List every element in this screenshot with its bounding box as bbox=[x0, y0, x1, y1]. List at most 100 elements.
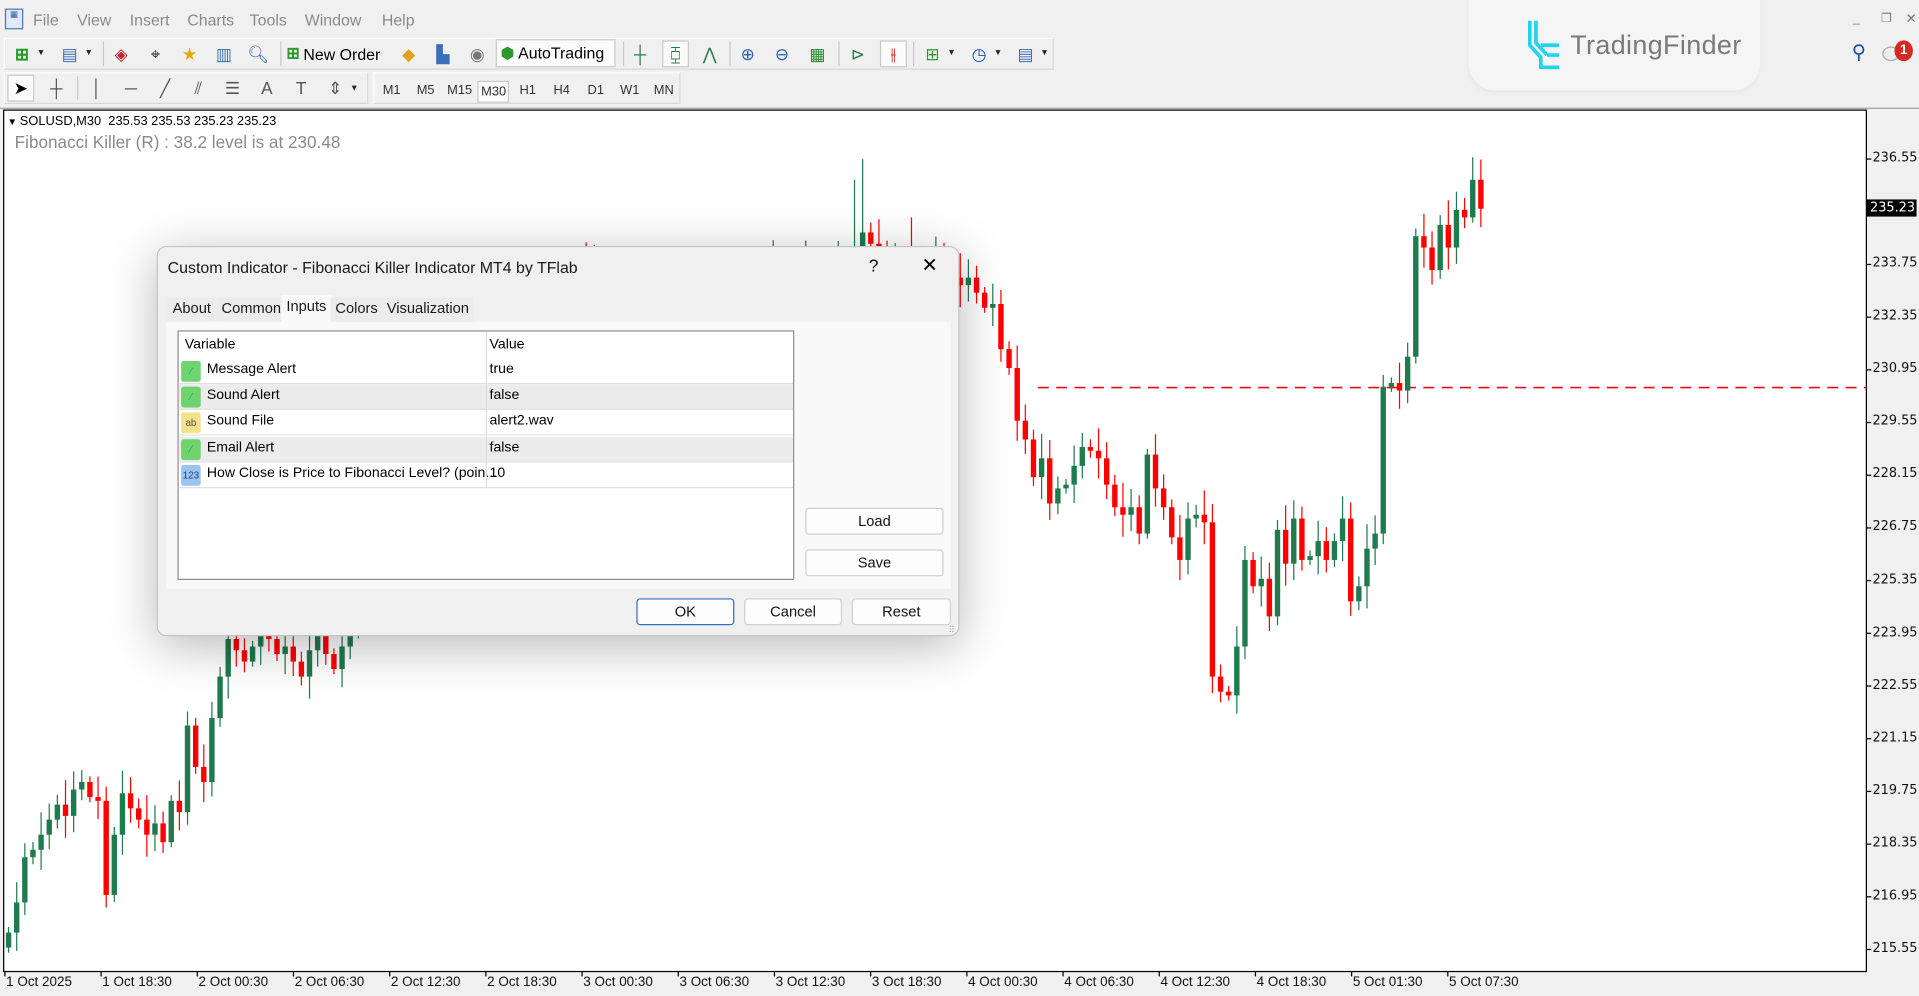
candle-body bbox=[201, 767, 206, 782]
table-row[interactable]: ⁄ Email Alert false bbox=[179, 437, 793, 463]
variable-value[interactable]: true bbox=[490, 362, 514, 377]
menu-window[interactable]: Window bbox=[305, 11, 362, 29]
variable-value[interactable]: 10 bbox=[490, 466, 506, 481]
load-button[interactable]: Load bbox=[805, 508, 943, 535]
zoom-in-icon[interactable]: ⊕ bbox=[736, 42, 760, 66]
menu-tools[interactable]: Tools bbox=[250, 11, 287, 29]
chevron-down-icon[interactable]: ▼ bbox=[994, 49, 1002, 58]
table-row[interactable]: ab Sound File alert2.wav bbox=[179, 410, 793, 436]
timeframe-m5[interactable]: M5 bbox=[410, 81, 442, 103]
y-tick-label: 225.35 bbox=[1872, 572, 1917, 587]
text-label-icon[interactable]: T bbox=[289, 76, 313, 100]
equidistant-channel-icon[interactable]: ⫽ bbox=[186, 76, 210, 100]
autotrading-button[interactable]: ⬢AutoTrading bbox=[496, 39, 616, 67]
periods-clock-icon[interactable]: ◷ bbox=[967, 42, 991, 66]
crosshair-icon[interactable]: ┼ bbox=[44, 76, 68, 100]
candlestick-chart-icon[interactable]: ⧮ bbox=[662, 40, 689, 67]
signals-icon[interactable]: ▙ bbox=[431, 42, 455, 66]
x-tick-label: 4 Oct 00:30 bbox=[968, 975, 1038, 990]
candle-body bbox=[1202, 515, 1207, 523]
zoom-out-icon[interactable]: ⊖ bbox=[770, 42, 794, 66]
candle-body bbox=[87, 782, 92, 797]
horizontal-line-icon[interactable]: ─ bbox=[119, 76, 143, 100]
bar-chart-icon[interactable]: ┼ bbox=[628, 42, 652, 66]
timeframe-m1[interactable]: M1 bbox=[376, 81, 408, 103]
chevron-down-icon[interactable]: ▼ bbox=[947, 49, 955, 58]
candle-body bbox=[1291, 519, 1296, 564]
navigator-crosshair-icon[interactable]: ⌖ bbox=[143, 42, 167, 66]
timeframe-h1[interactable]: H1 bbox=[512, 81, 544, 103]
candle-body bbox=[250, 647, 255, 662]
table-row[interactable]: 123 How Close is Price to Fibonacci Leve… bbox=[179, 463, 793, 489]
dialog-title: Custom Indicator - Fibonacci Killer Indi… bbox=[168, 258, 578, 276]
menu-help[interactable]: Help bbox=[382, 11, 415, 29]
variable-name: Email Alert bbox=[207, 440, 274, 455]
autoscroll-icon[interactable]: ⊳ bbox=[846, 42, 870, 66]
timeframe-m30[interactable]: M30 bbox=[478, 81, 510, 103]
help-button[interactable]: ? bbox=[869, 256, 879, 276]
new-order-button[interactable]: ⊞New Order bbox=[286, 40, 380, 67]
collapse-triangle-icon[interactable]: ▼ bbox=[7, 116, 19, 127]
market-icon[interactable]: ◉ bbox=[465, 42, 489, 66]
templates-icon[interactable]: ▤ bbox=[1013, 42, 1037, 66]
trendline-icon[interactable]: ╱ bbox=[153, 76, 177, 100]
chevron-down-icon[interactable]: ▼ bbox=[1040, 49, 1048, 58]
metaeditor-icon[interactable]: ◆ bbox=[397, 42, 421, 66]
favorites-icon[interactable]: ★ bbox=[177, 42, 201, 66]
cancel-button[interactable]: Cancel bbox=[744, 598, 842, 625]
variable-name: Message Alert bbox=[207, 362, 296, 377]
timeframe-h4[interactable]: H4 bbox=[546, 81, 578, 103]
variable-value[interactable]: false bbox=[490, 388, 520, 403]
indicators-icon[interactable]: ⊞ bbox=[920, 42, 944, 66]
chart-shift-icon[interactable]: ⫲ bbox=[880, 40, 907, 67]
y-tick-label: 228.15 bbox=[1872, 467, 1917, 482]
tab-visualization[interactable]: Visualization bbox=[382, 297, 474, 321]
chevron-down-icon[interactable]: ▼ bbox=[37, 49, 45, 58]
resize-grip-icon[interactable]: ⠿ bbox=[948, 625, 954, 635]
menu-view[interactable]: View bbox=[77, 11, 111, 29]
close-window-icon[interactable]: ✕ bbox=[1906, 11, 1917, 27]
strategy-tester-icon[interactable]: 🔍︎ bbox=[246, 42, 270, 66]
menu-charts[interactable]: Charts bbox=[187, 11, 234, 29]
cursor-arrow-icon[interactable]: ➤ bbox=[7, 75, 34, 102]
line-chart-icon[interactable]: ⋀ bbox=[698, 42, 722, 66]
chevron-down-icon[interactable]: ▼ bbox=[84, 49, 92, 58]
close-dialog-icon[interactable]: ✕ bbox=[922, 253, 938, 277]
timeframe-w1[interactable]: W1 bbox=[614, 81, 646, 103]
new-order-icon: ⊞ bbox=[286, 44, 299, 64]
notification-badge[interactable]: 1 bbox=[1895, 40, 1913, 61]
variable-value[interactable]: false bbox=[490, 440, 520, 455]
save-button[interactable]: Save bbox=[805, 549, 943, 576]
fibonacci-retracement-icon[interactable]: ☰ bbox=[220, 76, 244, 100]
vertical-line-icon[interactable]: │ bbox=[84, 76, 108, 100]
tab-common[interactable]: Common bbox=[217, 297, 286, 321]
bearish-candle bbox=[1210, 504, 1215, 693]
reset-button[interactable]: Reset bbox=[852, 598, 951, 625]
search-icon[interactable]: ⚲ bbox=[1852, 40, 1866, 64]
tab-colors[interactable]: Colors bbox=[330, 297, 382, 321]
minimize-icon[interactable]: _ bbox=[1853, 12, 1860, 25]
separator bbox=[280, 42, 281, 66]
ok-button[interactable]: OK bbox=[636, 598, 734, 625]
tab-inputs[interactable]: Inputs bbox=[281, 295, 331, 323]
timeframe-m15[interactable]: M15 bbox=[444, 81, 476, 103]
variable-value[interactable]: alert2.wav bbox=[490, 414, 554, 429]
x-tick-label: 3 Oct 12:30 bbox=[776, 975, 846, 990]
profiles-icon[interactable]: ▤ bbox=[58, 42, 82, 66]
market-watch-icon[interactable]: ◈ bbox=[109, 42, 133, 66]
tab-about[interactable]: About bbox=[168, 297, 216, 321]
new-chart-icon[interactable]: ⊞ bbox=[10, 42, 34, 66]
text-icon[interactable]: A bbox=[255, 76, 279, 100]
timeframe-mn[interactable]: MN bbox=[648, 81, 680, 103]
table-row[interactable]: ⁄ Sound Alert false bbox=[179, 384, 793, 410]
tile-windows-icon[interactable]: ▦ bbox=[805, 42, 829, 66]
table-row[interactable]: ⁄ Message Alert true bbox=[179, 359, 793, 385]
arrows-icon[interactable]: ⇕ bbox=[323, 76, 347, 100]
chevron-down-icon[interactable]: ▼ bbox=[350, 84, 358, 93]
restore-icon[interactable]: ❐ bbox=[1881, 12, 1892, 25]
data-window-icon[interactable]: ▥ bbox=[212, 42, 236, 66]
bullish-candle bbox=[1145, 449, 1150, 539]
timeframe-d1[interactable]: D1 bbox=[580, 81, 612, 103]
menu-file[interactable]: File bbox=[33, 11, 59, 29]
menu-insert[interactable]: Insert bbox=[130, 11, 170, 29]
